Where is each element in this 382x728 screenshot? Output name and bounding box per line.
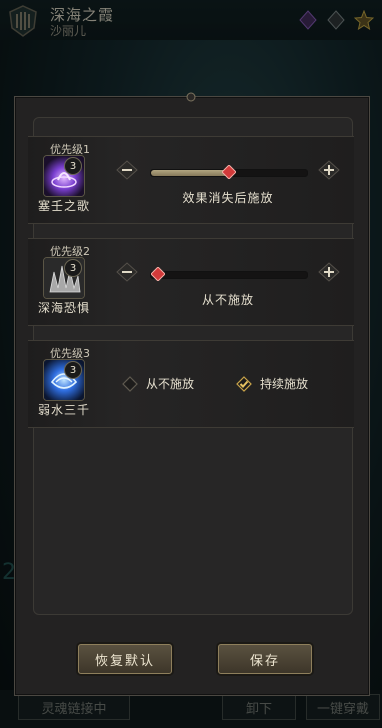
checkbox-icon[interactable]	[122, 375, 138, 392]
skill-card-1: 优先级1 3 塞壬之歌 效果消失后施放	[28, 136, 354, 224]
skill-level-badge: 3	[64, 157, 82, 175]
increase-button[interactable]	[318, 159, 340, 181]
skill-icon-frame[interactable]: 3	[43, 257, 85, 299]
skill-card-2: 优先级2 3 深海恐惧 从不施放	[28, 238, 354, 326]
save-button[interactable]: 保存	[218, 644, 312, 674]
slider-knob-icon[interactable]	[151, 267, 165, 281]
slider-fill	[151, 170, 229, 176]
skill-name: 深海恐惧	[37, 301, 90, 315]
skill-level-badge: 3	[64, 259, 82, 277]
plus-icon	[318, 160, 340, 180]
reset-default-button[interactable]: 恢复默认	[78, 644, 172, 674]
skill-name: 弱水三千	[37, 403, 90, 417]
increase-button[interactable]	[318, 261, 340, 283]
checkmark-icon[interactable]	[236, 375, 252, 392]
decrease-button[interactable]	[116, 159, 138, 181]
skill-icon-frame[interactable]: 3	[43, 359, 85, 401]
minus-icon	[116, 160, 138, 180]
cast-status: 效果消失后施放	[182, 191, 274, 205]
skill-name: 塞壬之歌	[37, 199, 90, 213]
option-label: 持续施放	[260, 377, 309, 391]
option-never-cast[interactable]: 从不施放	[122, 375, 194, 392]
skill-icon-frame[interactable]: 3	[43, 155, 85, 197]
decrease-button[interactable]	[116, 261, 138, 283]
skill-level-badge: 3	[64, 361, 82, 379]
slider-knob-icon[interactable]	[222, 165, 236, 179]
priority-slider[interactable]	[150, 267, 308, 281]
skill-card-3: 优先级3 3 弱水三千 从不施放 持续施放	[28, 340, 354, 428]
plus-icon	[318, 262, 340, 282]
option-label: 从不施放	[146, 377, 195, 391]
top-ornament-icon	[186, 92, 196, 102]
cast-status: 从不施放	[201, 293, 254, 307]
priority-slider[interactable]	[150, 165, 308, 179]
minus-icon	[116, 262, 138, 282]
option-continuous-cast[interactable]: 持续施放	[236, 375, 308, 392]
